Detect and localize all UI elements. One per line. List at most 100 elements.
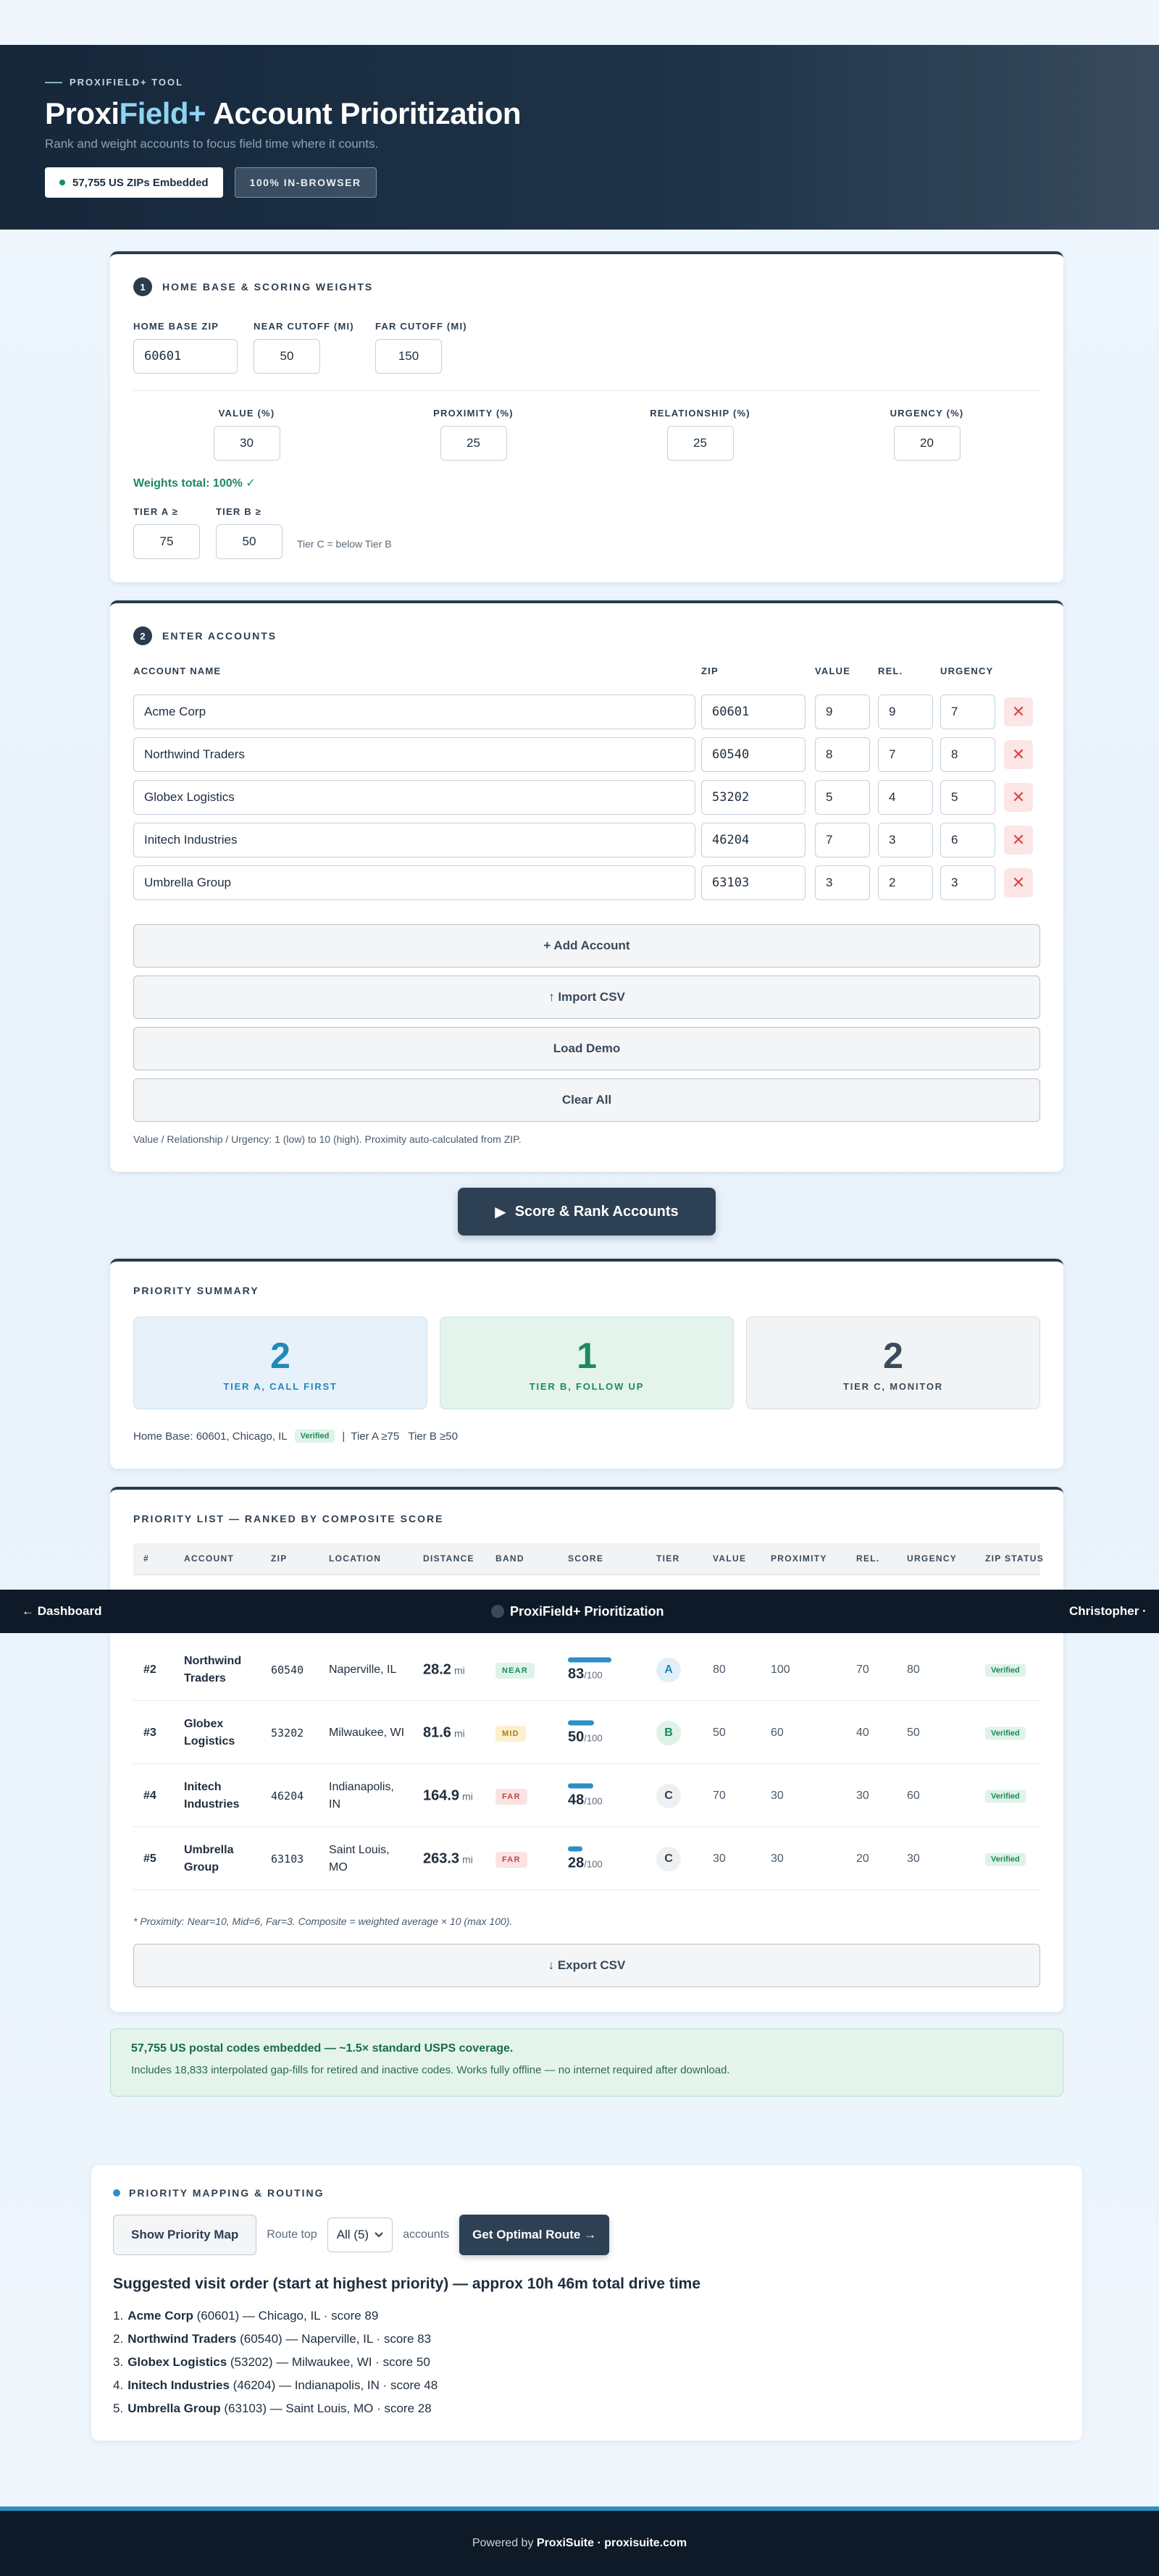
route-list: 1. Acme Corp (60601) — Chicago, IL · scor… — [113, 2304, 1060, 2420]
urgency-cell: 60 — [907, 1789, 920, 1802]
band-cell: FAR — [495, 1788, 527, 1805]
account-name-input[interactable]: Northwind Traders — [133, 737, 695, 772]
route-top-label: Route top — [267, 2228, 317, 2241]
account-name-input[interactable]: Acme Corp — [133, 695, 695, 729]
route-stop-detail: (53202) — Milwaukee, WI · score 50 — [227, 2355, 430, 2369]
remove-account-button[interactable]: ✕ — [1004, 868, 1033, 897]
account-urgency-input[interactable]: 3 — [940, 865, 995, 900]
remove-account-button[interactable]: ✕ — [1004, 697, 1033, 726]
column-header: # — [143, 1553, 149, 1564]
tier-b-count: 1 — [577, 1335, 597, 1376]
section-title: PRIORITY SUMMARY — [133, 1285, 259, 1296]
status-badge: Verified — [294, 1430, 335, 1443]
section-header: 1 HOME BASE & SCORING WEIGHTS — [133, 277, 1040, 296]
clear-all-button[interactable]: Clear All — [133, 1078, 1040, 1122]
column-header: ZIP STATUS — [985, 1553, 1045, 1564]
export-csv-button[interactable]: ↓ Export CSV — [133, 1944, 1040, 1987]
get-route-button[interactable]: Get Optimal Route → — [459, 2215, 610, 2255]
home-zip-input[interactable]: 60601 — [133, 339, 238, 374]
account-name-input[interactable]: Umbrella Group — [133, 865, 695, 900]
status-badge: Verified — [985, 1790, 1026, 1803]
account-urgency-input[interactable]: 8 — [940, 737, 995, 772]
account-urgency-input[interactable]: 5 — [940, 780, 995, 815]
weight-proximity-input[interactable]: 25 — [440, 426, 507, 461]
route-stop-name: Initech Industries — [127, 2378, 230, 2392]
route-stop-number: 5. — [113, 2401, 124, 2415]
tier-cell: B — [656, 1720, 681, 1745]
page-title: ProxiField+ Account Prioritization — [45, 96, 1114, 131]
route-stop-name: Acme Corp — [127, 2309, 193, 2323]
score-cell: 48/100 — [568, 1783, 603, 1808]
account-name-input[interactable]: Initech Industries — [133, 823, 695, 857]
column-header: BAND — [495, 1553, 524, 1564]
account-rel-input[interactable]: 9 — [878, 695, 933, 729]
score-rank-button[interactable]: ▶ Score & Rank Accounts — [458, 1188, 716, 1235]
weight-value: VALUE (%) 30 — [133, 408, 360, 461]
rank-cell: #2 — [143, 1663, 156, 1676]
tier-b-label: TIER B ≥ — [216, 506, 261, 517]
account-value-input[interactable]: 5 — [815, 780, 870, 815]
account-rel-input[interactable]: 7 — [878, 737, 933, 772]
far-cutoff-input[interactable]: 150 — [375, 339, 442, 374]
route-count-select[interactable]: All (5) — [327, 2218, 393, 2252]
account-value-input[interactable]: 9 — [815, 695, 870, 729]
user-menu[interactable]: Christopher · — [1069, 1604, 1147, 1619]
route-stop: 5. Umbrella Group (63103) — Saint Louis, … — [113, 2397, 1060, 2420]
section-header: PRIORITY MAPPING & ROUTING — [113, 2187, 1060, 2199]
column-header: REL. — [856, 1553, 880, 1564]
weight-label: URGENCY (%) — [890, 408, 964, 419]
account-rel-input[interactable]: 4 — [878, 780, 933, 815]
distance-cell: 263.3 mi — [423, 1850, 473, 1867]
tier-b-input[interactable]: 50 — [216, 524, 283, 559]
zip-status-cell: Verified — [985, 1726, 1026, 1740]
weight-urgency-input[interactable]: 20 — [893, 426, 961, 461]
urgency-cell: 50 — [907, 1726, 920, 1739]
account-zip-input[interactable]: 60601 — [701, 695, 806, 729]
remove-account-button[interactable]: ✕ — [1004, 826, 1033, 855]
account-name-input[interactable]: Globex Logistics — [133, 780, 695, 815]
account-value-input[interactable]: 7 — [815, 823, 870, 857]
urgency-cell: 80 — [907, 1663, 920, 1676]
remove-account-button[interactable]: ✕ — [1004, 783, 1033, 812]
column-header: VALUE — [713, 1553, 747, 1564]
account-rel-input[interactable]: 2 — [878, 865, 933, 900]
account-urgency-input[interactable]: 6 — [940, 823, 995, 857]
value-cell: 70 — [713, 1789, 726, 1802]
account-value-input[interactable]: 8 — [815, 737, 870, 772]
mapping-routing-panel: PRIORITY MAPPING & ROUTING Show Priority… — [91, 2165, 1082, 2441]
column-header: LOCATION — [329, 1553, 382, 1564]
score-suffix: /100 — [584, 1795, 603, 1806]
score-suffix: /100 — [584, 1858, 603, 1869]
route-stop: 1. Acme Corp (60601) — Chicago, IL · scor… — [113, 2304, 1060, 2328]
load-demo-button[interactable]: Load Demo — [133, 1027, 1040, 1070]
account-value-input[interactable]: 3 — [815, 865, 870, 900]
status-badge: Verified — [985, 1853, 1026, 1866]
weight-value-input[interactable]: 30 — [213, 426, 280, 461]
route-stop-name: Northwind Traders — [127, 2332, 237, 2346]
account-zip-input[interactable]: 53202 — [701, 780, 806, 815]
add-account-button[interactable]: + Add Account — [133, 924, 1040, 968]
zips-embedded-chip: 57,755 US ZIPs Embedded — [45, 167, 223, 198]
account-zip-input[interactable]: 63103 — [701, 865, 806, 900]
account-urgency-input[interactable]: 7 — [940, 695, 995, 729]
near-cutoff-input[interactable]: 50 — [254, 339, 320, 374]
account-zip-input[interactable]: 60540 — [701, 737, 806, 772]
tier-c-caption: TIER C, MONITOR — [843, 1380, 943, 1392]
dashboard-link[interactable]: ← Dashboard — [22, 1604, 102, 1619]
accounts-word: accounts — [403, 2228, 450, 2241]
title-part-proxi: Proxi — [45, 96, 120, 130]
account-rel-input[interactable]: 3 — [878, 823, 933, 857]
footer-brand-link[interactable]: ProxiSuite · proxisuite.com — [537, 2537, 687, 2550]
account-zip-input[interactable]: 46204 — [701, 823, 806, 857]
import-csv-button[interactable]: ↑ Import CSV — [133, 976, 1040, 1019]
section-header: 2 ENTER ACCOUNTS — [133, 626, 1040, 645]
show-map-button[interactable]: Show Priority Map — [113, 2215, 257, 2255]
tier-a-input[interactable]: 75 — [133, 524, 200, 559]
eyebrow-line — [45, 81, 62, 83]
remove-account-button[interactable]: ✕ — [1004, 740, 1033, 769]
route-stop-name: Globex Logistics — [127, 2355, 227, 2369]
band-cell: MID — [495, 1725, 526, 1742]
route-stop-number: 3. — [113, 2355, 124, 2369]
weight-relationship-input[interactable]: 25 — [666, 426, 734, 461]
tier-a-label: TIER A ≥ — [133, 506, 178, 517]
